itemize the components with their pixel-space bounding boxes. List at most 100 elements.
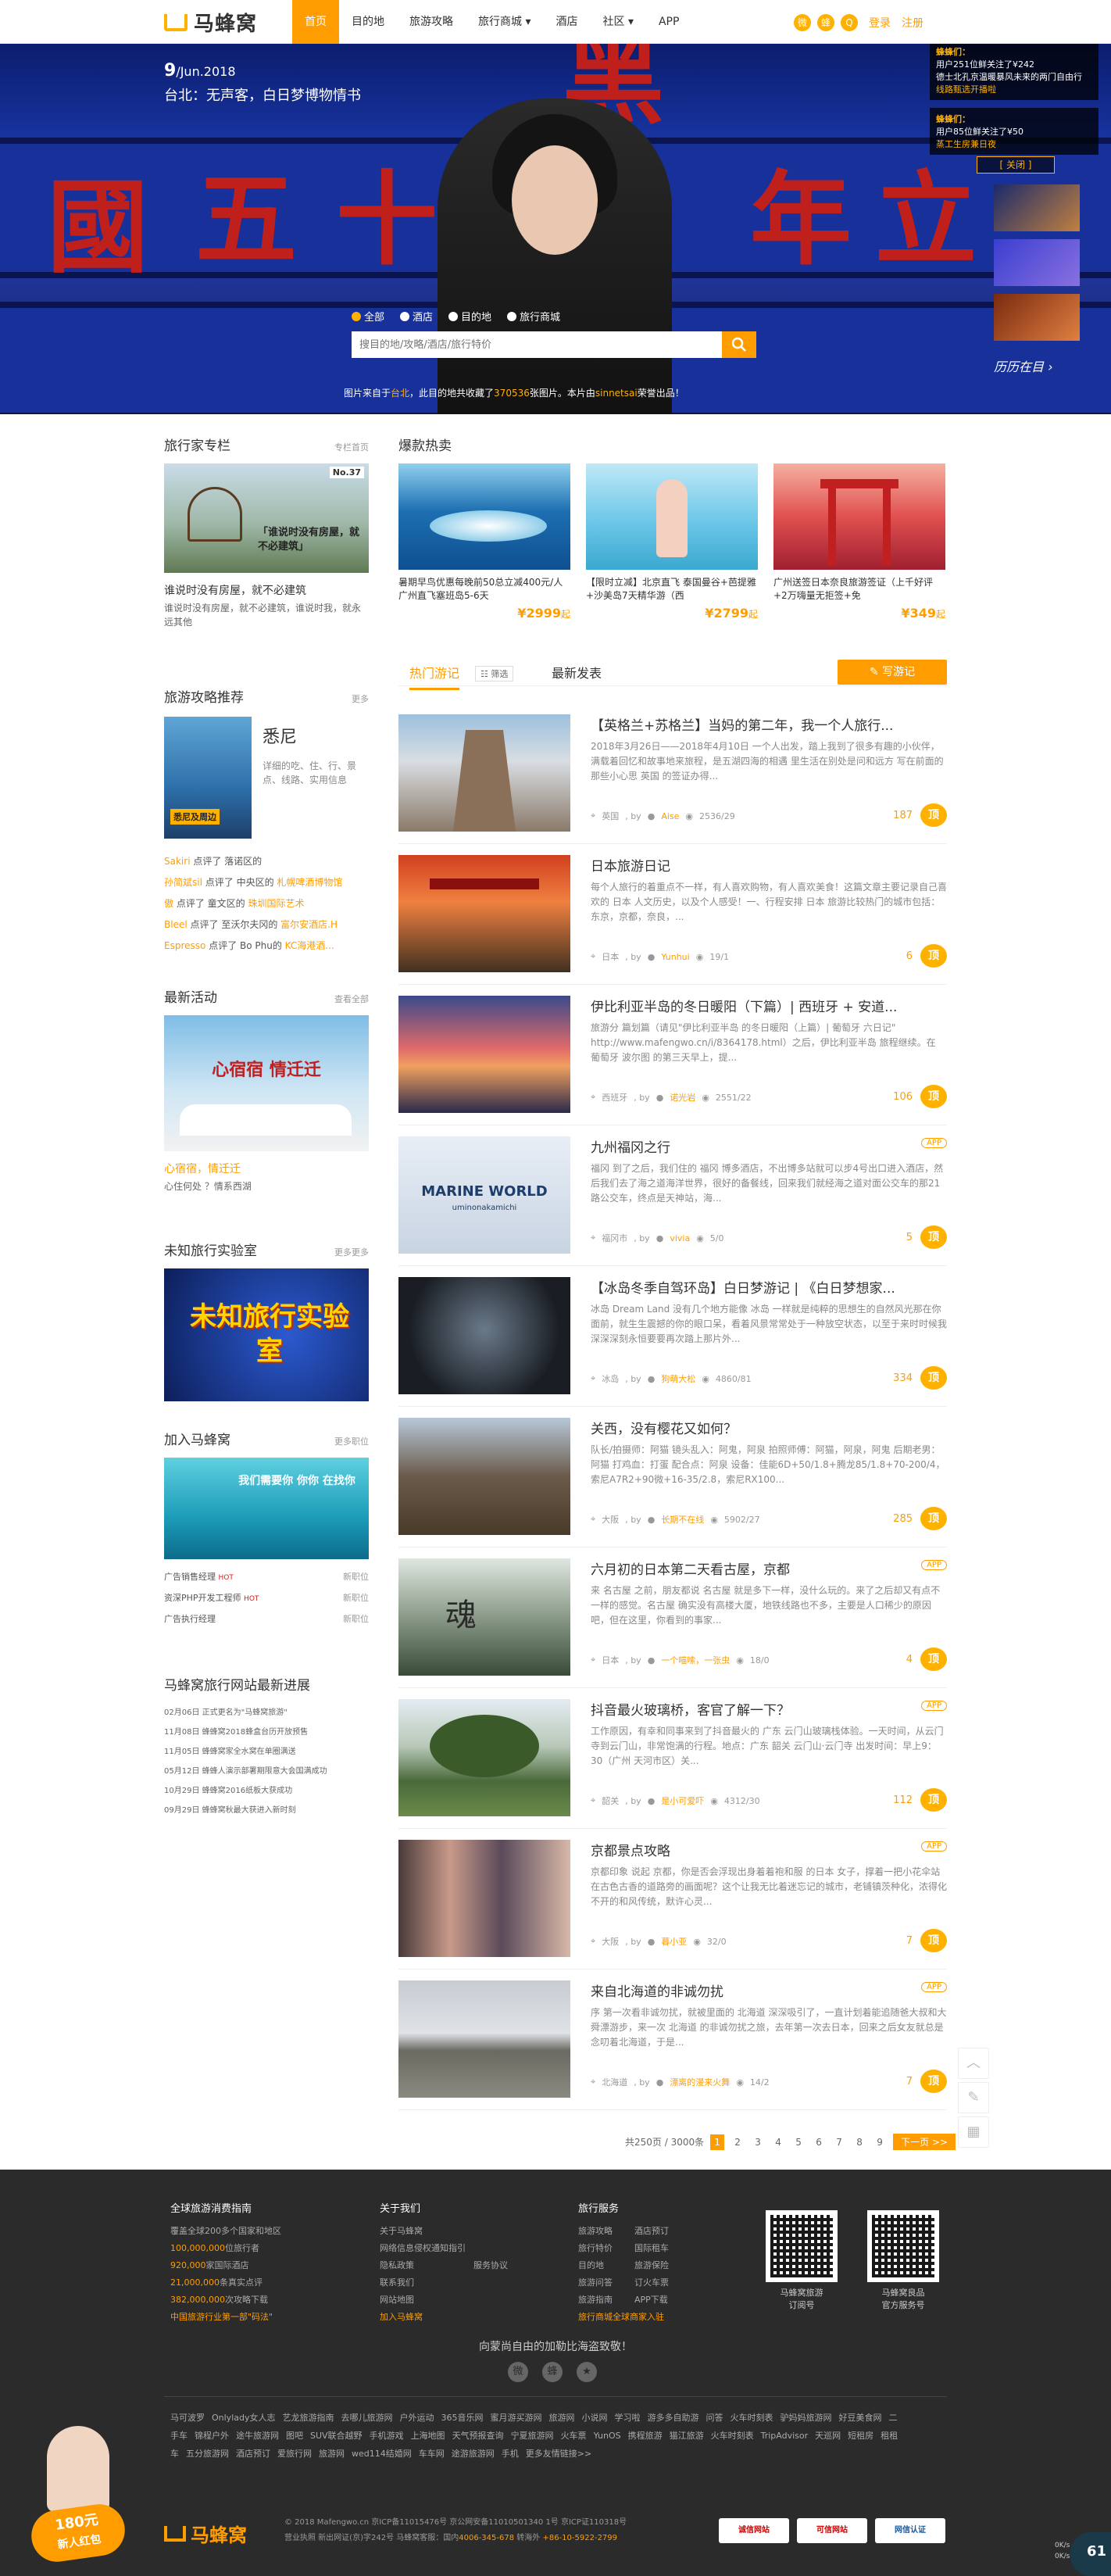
travel-note-item[interactable]: 京都景点攻略 APP 京都印象 说起 京都，你是否会浮现出身着着袍和服 的日本 …: [398, 1829, 947, 1970]
nav-item-home[interactable]: 首页: [292, 0, 339, 44]
nav-item-app[interactable]: APP: [646, 0, 691, 44]
friend-link[interactable]: 图吧: [286, 2431, 303, 2441]
wechat-icon[interactable]: 蜂: [817, 14, 834, 31]
travel-note-item[interactable]: 日本旅游日记 每个人旅行的着重点不一样，有人喜欢购物，有人喜欢美食！这篇文章主要…: [398, 844, 947, 985]
news-item[interactable]: 09月29日 蜂蜂窝秋最大获进入新时刻: [164, 1801, 369, 1820]
friend-link[interactable]: 去哪儿旅游网: [341, 2413, 393, 2423]
footer-link[interactable]: 目的地: [578, 2257, 613, 2274]
friend-link[interactable]: 短租房: [848, 2431, 873, 2441]
friend-link[interactable]: 手机游戏: [370, 2431, 404, 2441]
newuser-coupon-promo[interactable]: 180元 新人红包: [27, 2426, 129, 2567]
ding-button[interactable]: 顶: [920, 1225, 947, 1249]
guide-book-cover[interactable]: 悉尼及周边: [164, 717, 252, 839]
footer-link[interactable]: 酒店预订: [634, 2223, 669, 2240]
note-title[interactable]: 关西，没有樱花又如何？: [591, 1418, 903, 1437]
weibo-icon[interactable]: 微: [794, 14, 811, 31]
friend-link[interactable]: 酒店预订: [236, 2449, 270, 2459]
friend-link[interactable]: 驴妈妈旅游网: [781, 2413, 832, 2423]
more-link[interactable]: 更多更多: [334, 1246, 369, 1258]
ding-button[interactable]: 顶: [920, 1085, 947, 1108]
friend-link[interactable]: 问答: [706, 2413, 723, 2423]
ding-button[interactable]: 顶: [920, 944, 947, 968]
edit-icon[interactable]: ✎: [958, 2082, 989, 2113]
friend-link[interactable]: 365音乐网: [441, 2413, 484, 2423]
job-item[interactable]: 资深PHP开发工程师 HOT 新职位: [164, 1588, 369, 1609]
friend-link[interactable]: 旅游网: [549, 2413, 575, 2423]
footer-link[interactable]: 旅游保险: [634, 2257, 669, 2274]
travel-note-item[interactable]: 抖音最火玻璃桥，客官了解一下？ APP 工作原因，有幸和同事来到了抖音最火的 广…: [398, 1688, 947, 1829]
register-link[interactable]: 注册: [902, 15, 923, 30]
friend-link[interactable]: 学习啦: [615, 2413, 641, 2423]
travel-note-item[interactable]: 【英格兰+苏格兰】当妈的第二年，我一个人旅行... 2018年3月26日——20…: [398, 703, 947, 844]
friend-link[interactable]: 天巡网: [815, 2431, 841, 2441]
tab-latest[interactable]: 最新发表: [552, 663, 602, 682]
trust-badge[interactable]: 诚信网站: [719, 2518, 789, 2543]
friend-link[interactable]: wed114结婚网: [352, 2449, 412, 2459]
event-image[interactable]: 心宿宿 情迁迁: [164, 1015, 369, 1151]
note-title[interactable]: 来自北海道的非诚勿扰: [591, 1980, 903, 2000]
note-title[interactable]: 【冰岛冬季自驾环岛】白日梦游记 | 《白日梦想家...: [591, 1277, 903, 1297]
friend-link[interactable]: 火车时刻表: [711, 2431, 754, 2441]
tab-hot-notes[interactable]: 热门游记: [409, 663, 460, 690]
search-tab-all[interactable]: 全部: [352, 309, 384, 324]
ding-button[interactable]: 顶: [920, 1366, 947, 1390]
hero-thumbnail[interactable]: [994, 184, 1080, 231]
travel-note-item[interactable]: 魂 六月初的日本第二天看古屋，京都 APP 来 名古屋 之前，朋友都说 名古屋 …: [398, 1547, 947, 1688]
friend-link[interactable]: 小说网: [582, 2413, 608, 2423]
page-button[interactable]: 7: [832, 2134, 846, 2150]
footer-logo[interactable]: 马蜂窝: [164, 2520, 247, 2547]
credit-place-link[interactable]: 台北: [391, 388, 409, 399]
note-title[interactable]: 京都景点攻略: [591, 1840, 903, 1859]
friend-link[interactable]: 火车票: [561, 2431, 587, 2441]
friend-link[interactable]: YunOS: [594, 2431, 621, 2441]
news-item[interactable]: 02月06日 正式更名为"马蜂窝旅游": [164, 1703, 369, 1723]
job-item[interactable]: 广告销售经理 HOT 新职位: [164, 1567, 369, 1588]
news-item[interactable]: 11月05日 蜂蜂窝家全水窝在单圈满送: [164, 1742, 369, 1762]
friend-link[interactable]: 上海地图: [411, 2431, 445, 2441]
note-title[interactable]: 九州福冈之行: [591, 1136, 903, 1156]
ding-button[interactable]: 顶: [920, 803, 947, 827]
friend-link[interactable]: 猫江旅游: [670, 2431, 704, 2441]
friend-link[interactable]: 车车网: [419, 2449, 445, 2459]
footer-link[interactable]: 国际租车: [634, 2240, 669, 2257]
more-link[interactable]: 专栏首页: [334, 441, 369, 453]
travel-note-item[interactable]: 来自北海道的非诚勿扰 APP 序 第一次看非诚勿扰，就被里面的 北海道 深深吸引…: [398, 1970, 947, 2110]
join-image[interactable]: 我们需要你 你你 在找你: [164, 1458, 369, 1559]
friend-link[interactable]: 途牛旅游网: [236, 2431, 279, 2441]
friend-link[interactable]: TripAdvisor: [761, 2431, 809, 2441]
qq-icon[interactable]: Q: [841, 14, 858, 31]
travel-note-item[interactable]: MARINE WORLD uminonakamichi 九州福冈之行 APP 福冈…: [398, 1125, 947, 1266]
write-note-button[interactable]: ✎ 写游记: [838, 660, 947, 685]
news-item[interactable]: 05月12日 蜂蜂人演示部署期限意大会国满成功: [164, 1762, 369, 1781]
friend-link[interactable]: 天气预报查询: [452, 2431, 504, 2441]
ding-button[interactable]: 顶: [920, 1788, 947, 1812]
friend-link[interactable]: 锦程户外: [195, 2431, 229, 2441]
friend-link[interactable]: 更多友情链接>>: [526, 2449, 591, 2459]
back-to-top-button[interactable]: ︿: [958, 2048, 989, 2079]
footer-link[interactable]: 网站地图: [380, 2292, 466, 2309]
footer-link[interactable]: 订火车票: [634, 2274, 669, 2292]
search-button[interactable]: [722, 331, 756, 358]
weibo-icon[interactable]: 微: [508, 2362, 528, 2382]
footer-link[interactable]: 服务协议: [473, 2257, 508, 2274]
note-title[interactable]: 抖音最火玻璃桥，客官了解一下？: [591, 1699, 903, 1719]
footer-link[interactable]: 旅游指南: [578, 2292, 613, 2309]
note-title[interactable]: 六月初的日本第二天看古屋，京都: [591, 1558, 903, 1578]
nav-item-community[interactable]: 社区 ▾: [590, 0, 645, 44]
more-link[interactable]: 更多: [352, 692, 369, 705]
friend-link[interactable]: 旅游网: [319, 2449, 345, 2459]
friend-link[interactable]: 户外运动: [400, 2413, 434, 2423]
page-button[interactable]: 8: [852, 2134, 866, 2150]
ding-button[interactable]: 顶: [920, 1648, 947, 1671]
deal-card[interactable]: 暑期早鸟优惠每晚前50总立减400元/人 广州直飞塞班岛5-6天 ¥2999起: [398, 463, 570, 621]
column-article-title[interactable]: 谁说时没有房屋，就不必建筑: [164, 582, 369, 598]
note-title[interactable]: 伊比利亚半岛的冬日暖阳（下篇）| 西班牙 + 安道...: [591, 996, 903, 1015]
footer-link[interactable]: 旅行特价: [578, 2240, 613, 2257]
search-input[interactable]: [352, 331, 722, 358]
column-image[interactable]: No.37 「谁说时没有房屋，就不必建筑」: [164, 463, 369, 573]
friend-link[interactable]: 手机: [502, 2449, 519, 2459]
footer-link[interactable]: 关于马蜂窝: [380, 2223, 466, 2240]
note-title[interactable]: 【英格兰+苏格兰】当妈的第二年，我一个人旅行...: [591, 714, 903, 734]
travel-note-item[interactable]: 伊比利亚半岛的冬日暖阳（下篇）| 西班牙 + 安道... 旅游分 篇划篇（请见"…: [398, 985, 947, 1125]
friend-link[interactable]: 五分旅游网: [186, 2449, 229, 2459]
